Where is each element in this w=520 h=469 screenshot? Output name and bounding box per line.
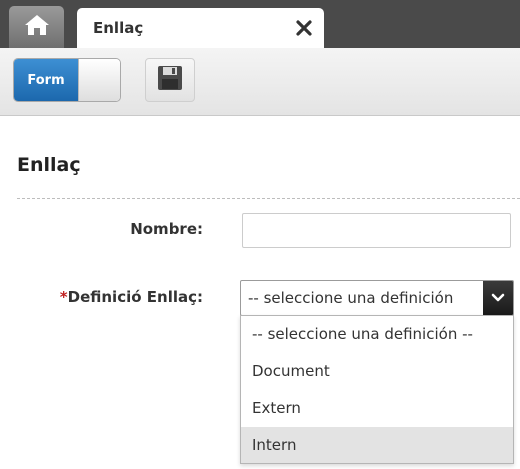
toolbar: Form	[0, 48, 520, 116]
tab-enllac[interactable]: Enllaç	[77, 8, 324, 48]
floppy-disk-icon	[157, 65, 183, 95]
form-toggle[interactable]: Form	[13, 58, 121, 102]
dropdown-option[interactable]: Document	[241, 353, 513, 390]
chevron-down-icon[interactable]	[483, 281, 513, 315]
required-marker: *	[59, 288, 68, 306]
tab-bar: Enllaç	[0, 0, 520, 48]
definicio-label-text: Definició Enllaç:	[67, 288, 203, 306]
page-title: Enllaç	[17, 154, 81, 176]
close-icon[interactable]	[294, 18, 314, 38]
dropdown-option[interactable]: Intern	[241, 427, 513, 463]
divider	[17, 198, 520, 199]
home-icon	[24, 13, 50, 41]
toggle-label: Form	[14, 59, 78, 101]
tab-label: Enllaç	[93, 19, 144, 37]
nombre-label: Nombre:	[130, 220, 203, 238]
select-value: -- seleccione una definición --	[248, 289, 453, 307]
save-button[interactable]	[145, 58, 195, 102]
definicio-select[interactable]: -- seleccione una definición --	[240, 280, 514, 316]
dropdown-option[interactable]: -- seleccione una definición --	[241, 316, 513, 353]
nombre-field[interactable]	[242, 213, 511, 248]
tab-home[interactable]	[9, 6, 64, 48]
dropdown-option[interactable]: Extern	[241, 390, 513, 427]
definicio-label: *Definició Enllaç:	[60, 288, 203, 306]
definicio-dropdown: -- seleccione una definición -- Document…	[240, 315, 514, 464]
toggle-knob[interactable]	[78, 59, 120, 101]
